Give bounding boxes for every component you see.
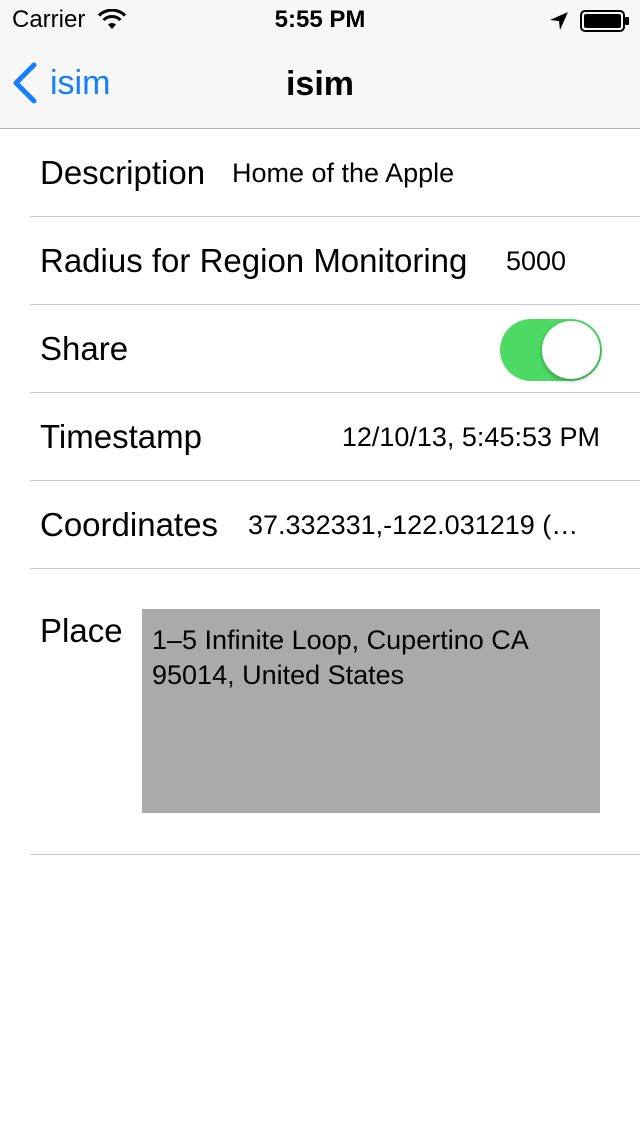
- status-clock: 5:55 PM: [274, 6, 366, 33]
- battery-icon: [580, 10, 629, 32]
- navigation-bar: isim isim: [0, 40, 640, 129]
- place-text-area[interactable]: 1–5 Infinite Loop, Cupertino CA 95014, U…: [142, 609, 600, 813]
- location-arrow-icon: [550, 12, 568, 30]
- share-toggle-knob: [542, 321, 600, 379]
- page-title: isim: [285, 65, 355, 103]
- screen: Carrier 5:55 PM isim isim Description Ho…: [0, 0, 640, 1136]
- row-description[interactable]: Description Home of the Apple: [30, 129, 640, 217]
- timestamp-value: 12/10/13, 5:45:53 PM: [341, 422, 600, 452]
- place-label: Place: [40, 612, 123, 649]
- timestamp-label: Timestamp: [40, 418, 202, 455]
- row-place: Place 1–5 Infinite Loop, Cupertino CA 95…: [30, 569, 640, 855]
- share-toggle[interactable]: [500, 319, 602, 381]
- detail-list: Description Home of the Apple Radius for…: [0, 129, 640, 855]
- share-label: Share: [40, 330, 129, 367]
- row-radius[interactable]: Radius for Region Monitoring 5000: [30, 217, 640, 305]
- row-share: Share: [30, 305, 640, 393]
- radius-label: Radius for Region Monitoring: [40, 242, 468, 279]
- coordinates-value: 37.332331,-122.031219 (…: [248, 510, 579, 540]
- row-coordinates: Coordinates 37.332331,-122.031219 (…: [30, 481, 640, 569]
- description-value[interactable]: Home of the Apple: [232, 156, 454, 190]
- row-timestamp: Timestamp 12/10/13, 5:45:53 PM: [30, 393, 640, 481]
- description-label: Description: [40, 154, 206, 191]
- radius-value[interactable]: 5000: [506, 244, 566, 278]
- coordinates-label: Coordinates: [40, 506, 218, 543]
- status-bar: Carrier 5:55 PM: [0, 0, 640, 40]
